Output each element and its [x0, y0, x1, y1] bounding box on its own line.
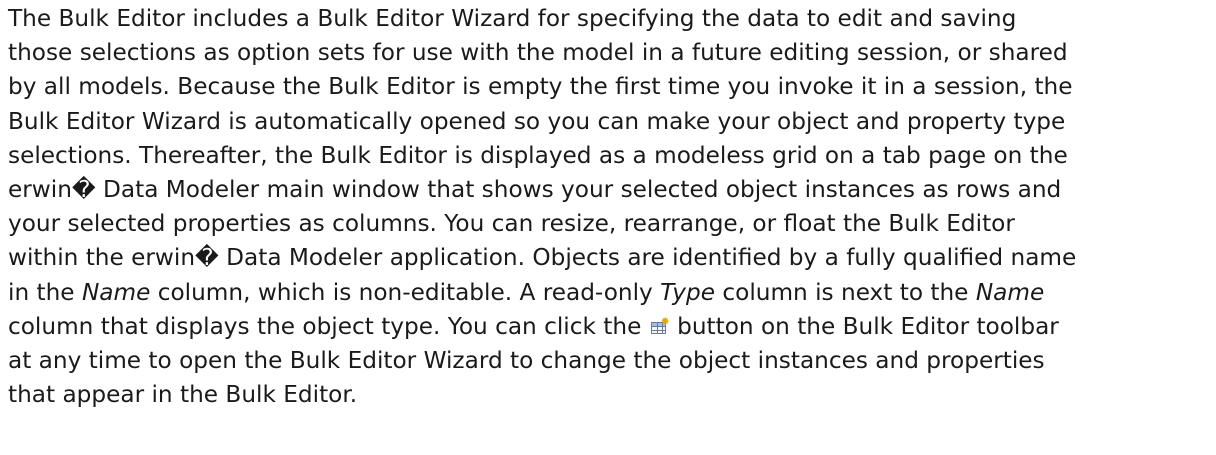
- line-10-text-b: button on the Bulk Editor toolbar: [669, 312, 1059, 340]
- type-column-term: Type: [660, 278, 716, 306]
- paragraph-line-8: within the erwin� Data Modeler applicati…: [8, 244, 1077, 272]
- name-column-term-2: Name: [975, 278, 1045, 306]
- paragraph-line-5: selections. Thereafter, the Bulk Editor …: [8, 141, 1068, 169]
- bulk-editor-wizard-icon: ✸: [650, 316, 670, 335]
- bulk-editor-paragraph: The Bulk Editor includes a Bulk Editor W…: [8, 2, 1210, 412]
- paragraph-line-3: by all models. Because the Bulk Editor i…: [8, 73, 1073, 101]
- paragraph-line-6: erwin� Data Modeler main window that sho…: [8, 176, 1062, 204]
- paragraph-line-9: in the Name column, which is non-editabl…: [8, 276, 1210, 310]
- document-body: The Bulk Editor includes a Bulk Editor W…: [0, 0, 1216, 412]
- paragraph-line-12: that appear in the Bulk Editor.: [8, 381, 358, 409]
- line-9-text-c: column is next to the: [715, 278, 976, 306]
- paragraph-line-2: those selections as option sets for use …: [8, 39, 1068, 67]
- line-9-text-a: in the: [8, 278, 82, 306]
- paragraph-line-4: Bulk Editor Wizard is automatically open…: [8, 107, 1066, 135]
- line-9-text-b: column, which is non-editable. A read-on…: [150, 278, 661, 306]
- paragraph-line-11: at any time to open the Bulk Editor Wiza…: [8, 347, 1045, 375]
- name-column-term: Name: [81, 278, 151, 306]
- paragraph-line-7: your selected properties as columns. You…: [8, 210, 1015, 238]
- line-10-text-a: column that displays the object type. Yo…: [8, 312, 649, 340]
- paragraph-line-1: The Bulk Editor includes a Bulk Editor W…: [8, 5, 1017, 32]
- paragraph-line-10: column that displays the object type. Yo…: [8, 310, 1210, 344]
